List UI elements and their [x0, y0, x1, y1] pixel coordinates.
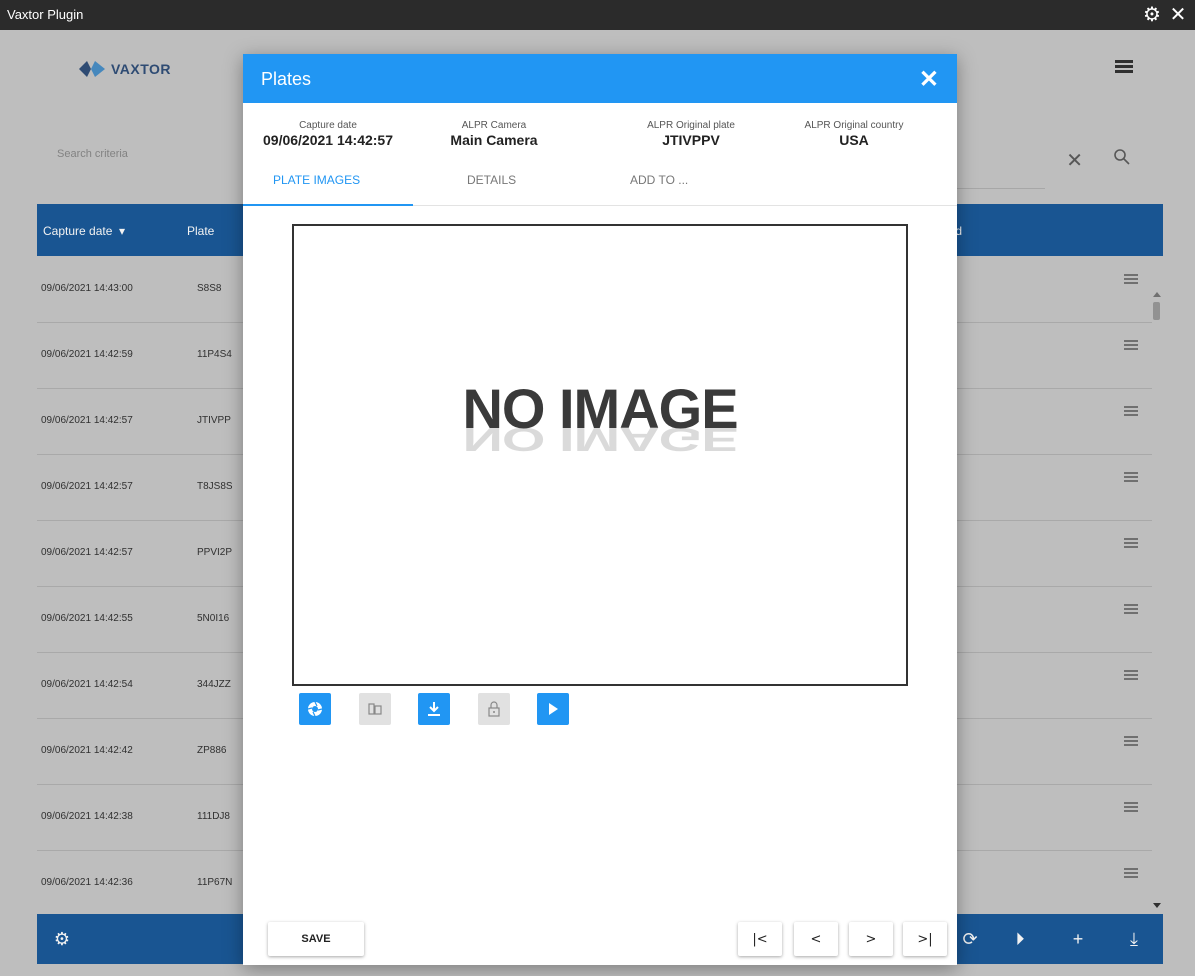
dialog-title: Plates	[261, 69, 312, 89]
play-video-button[interactable]	[537, 693, 569, 725]
dialog-close-icon[interactable]: ✕	[919, 65, 939, 94]
window-close-icon[interactable]: ✕	[1167, 2, 1189, 27]
info-original-country: ALPR Original country USA	[769, 120, 939, 148]
lock-icon	[488, 701, 500, 717]
next-page-button[interactable]: >	[849, 922, 893, 956]
info-original-plate: ALPR Original plate JTIVPPV	[606, 120, 776, 148]
dialog-header: Plates ✕	[243, 54, 957, 103]
tab-details[interactable]: DETAILS	[467, 173, 516, 187]
info-label: ALPR Original country	[804, 120, 904, 131]
tab-add-to[interactable]: ADD TO ...	[630, 173, 688, 187]
dialog-tabs: PLATE IMAGES DETAILS ADD TO ...	[243, 164, 957, 206]
tab-plate-images[interactable]: PLATE IMAGES	[273, 173, 360, 187]
lock-button[interactable]	[478, 693, 510, 725]
save-button[interactable]: SAVE	[268, 922, 364, 956]
info-value: JTIVPPV	[662, 132, 720, 148]
plates-dialog: Plates ✕ Capture date 09/06/2021 14:42:5…	[243, 54, 957, 965]
play-icon	[549, 703, 558, 715]
info-value: USA	[839, 132, 869, 148]
last-page-button[interactable]: >|	[903, 922, 947, 956]
active-tab-indicator	[243, 204, 413, 206]
download-image-button[interactable]	[418, 693, 450, 725]
info-label: ALPR Original plate	[647, 120, 735, 131]
camera-icon	[307, 701, 323, 717]
info-value: 09/06/2021 14:42:57	[263, 132, 393, 148]
plate-image-viewer[interactable]: NO IMAGE NO IMAGE	[292, 224, 908, 686]
window-title: Vaxtor Plugin	[7, 7, 84, 22]
info-label: Capture date	[299, 120, 357, 131]
download-icon	[428, 702, 440, 716]
window-controls: ⚙ ✕	[1141, 2, 1189, 27]
compare-icon	[368, 703, 382, 715]
first-page-button[interactable]: |<	[738, 922, 782, 956]
info-label: ALPR Camera	[461, 120, 527, 131]
no-image-placeholder: NO IMAGE NO IMAGE	[294, 376, 906, 472]
previous-page-button[interactable]: <	[794, 922, 838, 956]
compare-button[interactable]	[359, 693, 391, 725]
info-value: Main Camera	[450, 132, 538, 148]
info-alpr-camera: ALPR Camera Main Camera	[409, 120, 579, 148]
window-titlebar: Vaxtor Plugin ⚙ ✕	[0, 0, 1195, 30]
info-capture-date: Capture date 09/06/2021 14:42:57	[243, 120, 413, 148]
snapshot-button[interactable]	[299, 693, 331, 725]
no-image-reflection: NO IMAGE	[462, 420, 738, 459]
settings-gear-icon[interactable]: ⚙	[1141, 2, 1163, 27]
